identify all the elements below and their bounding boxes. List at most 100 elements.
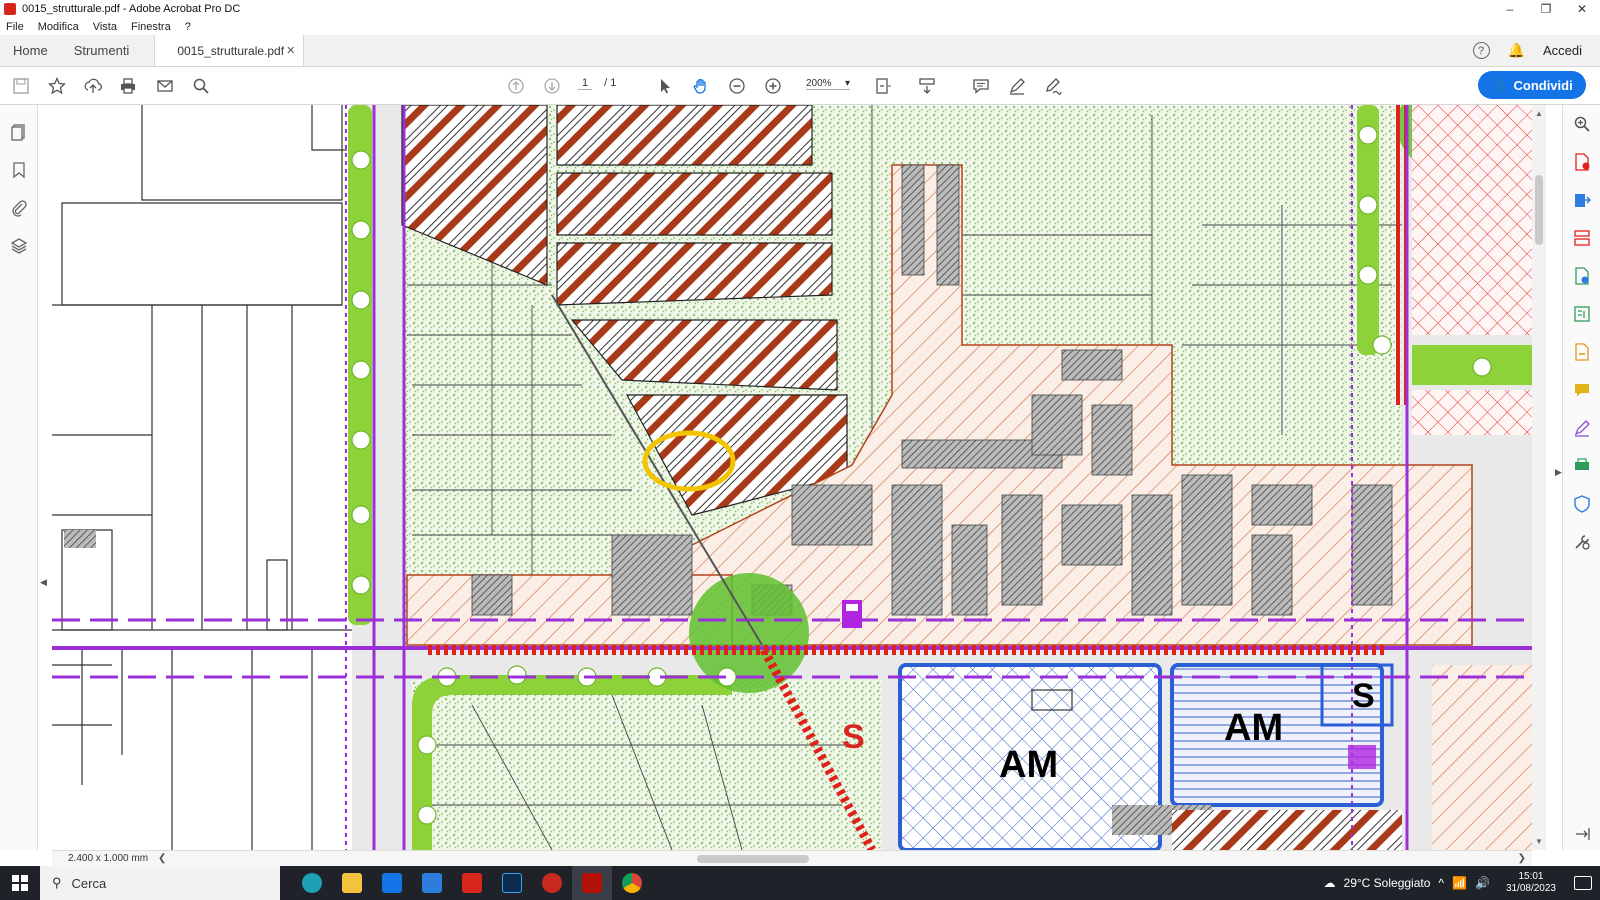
volume-icon[interactable]: 🔊 — [1475, 876, 1490, 890]
comment-icon[interactable] — [970, 75, 992, 97]
collapse-left-pane-icon[interactable]: ◀ — [40, 577, 47, 588]
tab-tools[interactable]: Strumenti — [61, 35, 143, 66]
export-pdf-icon[interactable] — [1573, 191, 1592, 209]
acrobat-pro-active-icon[interactable] — [572, 866, 612, 900]
minimize-button[interactable]: – — [1492, 0, 1528, 18]
page-number-input[interactable]: 1 — [578, 77, 593, 90]
weather-text[interactable]: 29°C Soleggiato — [1344, 876, 1431, 890]
maximize-button[interactable]: ❐ — [1528, 0, 1564, 18]
mail-icon[interactable] — [372, 866, 412, 900]
layers-icon[interactable] — [10, 237, 28, 255]
select-cursor-icon[interactable] — [654, 75, 676, 97]
comment-tool-icon[interactable] — [1573, 381, 1591, 399]
left-navigation-pane: ◀ — [0, 105, 47, 850]
scroll-mode-icon[interactable] — [916, 75, 938, 97]
network-icon[interactable]: 📶 — [1452, 876, 1467, 890]
menu-view[interactable]: Vista — [93, 21, 117, 33]
scroll-down-icon[interactable]: ▼ — [1535, 837, 1543, 846]
acrobat-app-icon — [4, 3, 16, 15]
protected-zone-east — [1412, 105, 1532, 335]
sign-in-link[interactable]: Accedi — [1543, 43, 1582, 58]
scroll-left-icon[interactable]: ❮ — [158, 853, 166, 864]
sign-icon[interactable] — [1042, 75, 1064, 97]
menu-help[interactable]: ? — [185, 21, 191, 33]
bookmark-icon[interactable] — [10, 161, 28, 179]
hand-tool-icon[interactable] — [690, 75, 712, 97]
building-icon — [1348, 745, 1376, 769]
urban-plan-map: AM AM S S — [52, 105, 1532, 850]
edge-browser-icon[interactable] — [292, 866, 332, 900]
system-tray: ☁ 29°C Soleggiato ^ 📶 🔊 15:01 31/08/2023 — [1324, 871, 1600, 895]
urban-zone-south-strip — [1172, 810, 1402, 850]
taskbar-search-box[interactable]: ⚲ Cerca — [40, 866, 280, 900]
chevron-down-icon: ▾ — [844, 78, 850, 89]
zoom-level-dropdown[interactable]: 200% ▾ — [806, 78, 850, 90]
vertical-scroll-thumb[interactable] — [1535, 175, 1543, 245]
save-icon[interactable] — [10, 75, 32, 97]
scroll-up-icon[interactable]: ▲ — [1535, 109, 1543, 118]
menu-file[interactable]: File — [6, 21, 24, 33]
collapse-right-pane-icon[interactable]: ▶ — [1555, 467, 1573, 485]
roundabout-green-area — [689, 573, 809, 693]
organize-pages-icon[interactable] — [1573, 229, 1591, 247]
page-navigator: 1 / 1 — [578, 77, 616, 90]
protect-shield-icon[interactable] — [1573, 495, 1591, 513]
request-signature-icon[interactable] — [1573, 419, 1591, 437]
vertical-scrollbar[interactable]: ▲ ▼ — [1532, 105, 1546, 850]
document-viewport[interactable]: AM AM S S — [52, 105, 1532, 850]
share-button[interactable]: 👤 Condividi — [1478, 71, 1586, 99]
chevron-up-icon[interactable]: ^ — [1438, 876, 1444, 890]
email-icon[interactable] — [154, 75, 176, 97]
label-am-left: AM — [999, 744, 1058, 786]
previous-page-icon[interactable] — [505, 75, 527, 97]
zoom-in-icon[interactable] — [762, 75, 784, 97]
print-production-icon[interactable] — [1573, 457, 1591, 475]
clock-date: 31/08/2023 — [1505, 883, 1556, 894]
create-pdf-icon[interactable] — [1573, 153, 1591, 171]
fill-sign-icon[interactable] — [1573, 343, 1591, 361]
agricultural-zone-south — [412, 680, 882, 850]
chrome-browser-icon[interactable] — [612, 866, 652, 900]
upload-cloud-icon[interactable] — [82, 75, 104, 97]
combine-files-icon[interactable] — [1573, 267, 1591, 285]
zoom-tool-icon[interactable] — [1573, 115, 1591, 133]
zoom-out-icon[interactable] — [726, 75, 748, 97]
next-page-icon[interactable] — [541, 75, 563, 97]
search-icon[interactable] — [190, 75, 212, 97]
label-s-red: S — [842, 718, 865, 756]
tab-bar: Home Strumenti 0015_strutturale.pdf ✕ ? … — [0, 35, 1600, 67]
acrobat-dc-icon[interactable] — [532, 866, 572, 900]
notification-center-icon[interactable] — [1574, 876, 1592, 890]
clock[interactable]: 15:01 31/08/2023 — [1506, 871, 1556, 895]
protected-zone-east-lower — [1412, 390, 1532, 435]
highlight-pen-icon[interactable] — [1006, 75, 1028, 97]
window-titlebar: 0015_strutturale.pdf - Adobe Acrobat Pro… — [0, 0, 1600, 18]
edit-pdf-icon[interactable] — [1573, 305, 1591, 323]
file-explorer-icon[interactable] — [332, 866, 372, 900]
horizontal-scroll-thumb[interactable] — [697, 855, 809, 863]
clock-time: 15:01 — [1518, 871, 1544, 882]
tab-document[interactable]: 0015_strutturale.pdf ✕ — [154, 35, 305, 66]
photoshop-icon[interactable] — [492, 866, 532, 900]
store-icon[interactable] — [412, 866, 452, 900]
menu-edit[interactable]: Modifica — [38, 21, 79, 33]
close-tab-icon[interactable]: ✕ — [286, 44, 295, 57]
attachment-icon[interactable] — [10, 199, 28, 217]
print-icon[interactable] — [117, 75, 139, 97]
menu-window[interactable]: Finestra — [131, 21, 171, 33]
page-thumbnails-icon[interactable] — [10, 123, 28, 141]
notifications-bell-icon[interactable]: 🔔 — [1508, 42, 1525, 59]
more-tools-icon[interactable] — [1573, 533, 1591, 551]
start-windows-icon[interactable] — [0, 866, 40, 900]
page-fit-icon[interactable] — [872, 75, 894, 97]
close-window-button[interactable]: ✕ — [1564, 0, 1600, 18]
page-size-label: 2.400 x 1.000 mm — [68, 853, 149, 864]
right-tools-pane: ▶ — [1555, 105, 1600, 850]
expand-pane-icon[interactable] — [1573, 825, 1591, 843]
tab-home[interactable]: Home — [0, 35, 61, 66]
help-icon[interactable]: ? — [1472, 42, 1490, 59]
acrobat-reader-icon[interactable] — [452, 866, 492, 900]
toolbar: 1 / 1 200% ▾ 👤 Condividi — [0, 67, 1600, 105]
scroll-right-icon[interactable]: ❯ — [1518, 853, 1526, 864]
star-bookmark-icon[interactable] — [46, 75, 68, 97]
